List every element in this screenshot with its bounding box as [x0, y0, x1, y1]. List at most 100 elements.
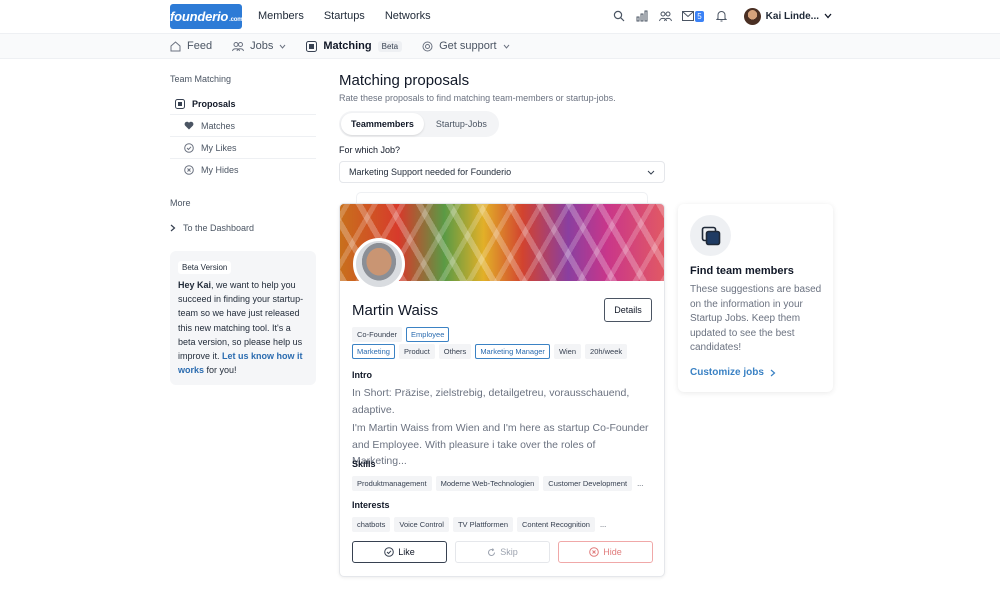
refresh-icon — [488, 547, 496, 556]
skip-button[interactable]: Skip — [455, 541, 550, 563]
tab-matching[interactable]: Matching Beta — [306, 40, 403, 52]
tab-jobs[interactable]: Jobs — [232, 40, 286, 52]
tab-teammembers[interactable]: Teammembers — [341, 113, 424, 135]
header-icons: 5 — [612, 9, 728, 23]
role-chip: Employee — [406, 327, 450, 342]
skill-chip: Moderne Web-Technologien — [435, 476, 540, 491]
info-text: These suggestions are based on the infor… — [690, 284, 822, 353]
skill-chip: Produktmanagement — [352, 476, 432, 491]
search-icon[interactable] — [612, 9, 626, 23]
sub-nav: Feed Jobs Matching Beta Get support — [0, 34, 1000, 59]
beta-badge: Beta — [377, 40, 403, 52]
heart-icon — [184, 121, 194, 130]
role-chip: Co-Founder — [352, 327, 403, 342]
details-button[interactable]: Details — [604, 298, 652, 322]
founderio-logo[interactable]: founderio.com — [170, 4, 243, 29]
interests-heading: Interests — [352, 500, 390, 510]
sidebar-item-label: My Likes — [201, 142, 237, 153]
beta-version-badge: Beta Version — [178, 261, 232, 274]
hide-button[interactable]: Hide — [558, 541, 653, 563]
tab-feed[interactable]: Feed — [170, 40, 212, 52]
sidebar-item-label: Matches — [201, 120, 236, 131]
interest-chip: TV Plattformen — [452, 517, 513, 532]
page-subtitle: Rate these proposals to find matching te… — [339, 93, 616, 103]
proposals-icon — [306, 40, 318, 52]
nav-networks[interactable]: Networks — [385, 10, 431, 22]
tag-chip: Wien — [553, 344, 582, 359]
people-icon — [232, 41, 245, 51]
intro-short: In Short: Präzise, zielstrebig, detailge… — [352, 387, 630, 416]
intro-long: I'm Martin Waiss from Wien and I'm here … — [352, 422, 649, 467]
x-circle-icon — [184, 165, 194, 175]
x-circle-icon — [589, 547, 600, 557]
sidebar-item-hides[interactable]: My Hides — [170, 159, 316, 181]
chevron-down-icon — [279, 44, 286, 49]
tab-startup-jobs[interactable]: Startup-Jobs — [426, 113, 497, 135]
tag-chip: 20h/week — [585, 344, 628, 359]
beta-tail: for you! — [204, 365, 237, 376]
skip-label: Skip — [500, 547, 518, 557]
mail-count-badge: 5 — [695, 10, 704, 22]
tab-support-label: Get support — [439, 40, 497, 52]
profile-name: Martin Waiss — [352, 302, 439, 319]
job-select[interactable]: Marketing Support needed for Founderio — [339, 161, 665, 183]
chevron-down-icon — [647, 170, 655, 175]
chevron-down-icon — [503, 44, 509, 49]
tag-chip: Marketing — [352, 344, 395, 359]
beta-text: , we want to help you succeed in finding… — [178, 280, 304, 362]
hide-label: Hide — [603, 547, 622, 557]
like-label: Like — [398, 547, 415, 557]
user-name: Kai Linde... — [765, 11, 819, 22]
interest-chip: Content Recognition — [517, 517, 595, 532]
tab-switch: Teammembers Startup-Jobs — [339, 111, 499, 137]
like-button[interactable]: Like — [352, 541, 447, 563]
user-menu[interactable]: Kai Linde... — [743, 8, 832, 25]
more-heading: More — [170, 198, 191, 208]
tag-chip: Others — [438, 344, 472, 359]
dashboard-link-label: To the Dashboard — [183, 223, 255, 233]
info-title: Find team members — [690, 265, 794, 277]
chevron-right-icon — [170, 224, 176, 232]
interest-chip: Voice Control — [394, 517, 449, 532]
bell-icon[interactable] — [714, 9, 728, 23]
check-circle-icon — [184, 142, 194, 153]
tag-chips: Marketing Product Others Marketing Manag… — [352, 344, 628, 359]
nav-members[interactable]: Members — [258, 10, 304, 22]
chevron-down-icon — [824, 11, 832, 22]
tag-chip: Marketing Manager — [475, 344, 550, 359]
main-content: Matching proposals Rate these proposals … — [339, 72, 665, 183]
customize-jobs-link[interactable]: Customize jobs — [690, 367, 776, 378]
stats-icon[interactable] — [635, 9, 649, 23]
job-select-value: Marketing Support needed for Founderio — [349, 167, 512, 177]
people-icon[interactable] — [658, 9, 672, 23]
avatar — [743, 8, 761, 25]
skills-heading: Skills — [352, 459, 376, 469]
sidebar: Team Matching Proposals Matches My Likes… — [170, 74, 316, 386]
sidebar-heading: Team Matching — [170, 74, 232, 84]
page-title: Matching proposals — [339, 72, 470, 89]
sidebar-item-label: My Hides — [201, 165, 239, 175]
sidebar-item-proposals[interactable]: Proposals — [170, 93, 316, 115]
interest-chips: chatbots Voice Control TV Plattformen Co… — [352, 517, 607, 532]
main-nav: Members Startups Networks — [258, 10, 431, 22]
proposals-icon — [175, 98, 185, 109]
tag-chip: Product — [398, 344, 435, 359]
rating-actions: Like Skip Hide — [352, 541, 653, 563]
dashboard-link[interactable]: To the Dashboard — [170, 217, 316, 239]
skill-chip: Customer Development — [543, 476, 633, 491]
tab-matching-label: Matching — [323, 40, 372, 52]
interest-chip: chatbots — [352, 517, 391, 532]
mail-icon[interactable]: 5 — [681, 9, 705, 23]
tab-support[interactable]: Get support — [422, 40, 509, 52]
sidebar-item-matches[interactable]: Matches — [170, 115, 316, 137]
sidebar-item-likes[interactable]: My Likes — [170, 137, 316, 159]
nav-startups[interactable]: Startups — [324, 10, 365, 22]
home-icon — [170, 40, 181, 51]
sidebar-item-label: Proposals — [192, 98, 236, 109]
beta-greeting: Hey Kai — [178, 280, 212, 290]
tab-feed-label: Feed — [187, 40, 213, 52]
job-question-label: For which Job? — [339, 145, 401, 155]
support-icon — [422, 41, 433, 51]
tab-jobs-label: Jobs — [250, 40, 274, 52]
customize-jobs-label: Customize jobs — [690, 367, 764, 378]
